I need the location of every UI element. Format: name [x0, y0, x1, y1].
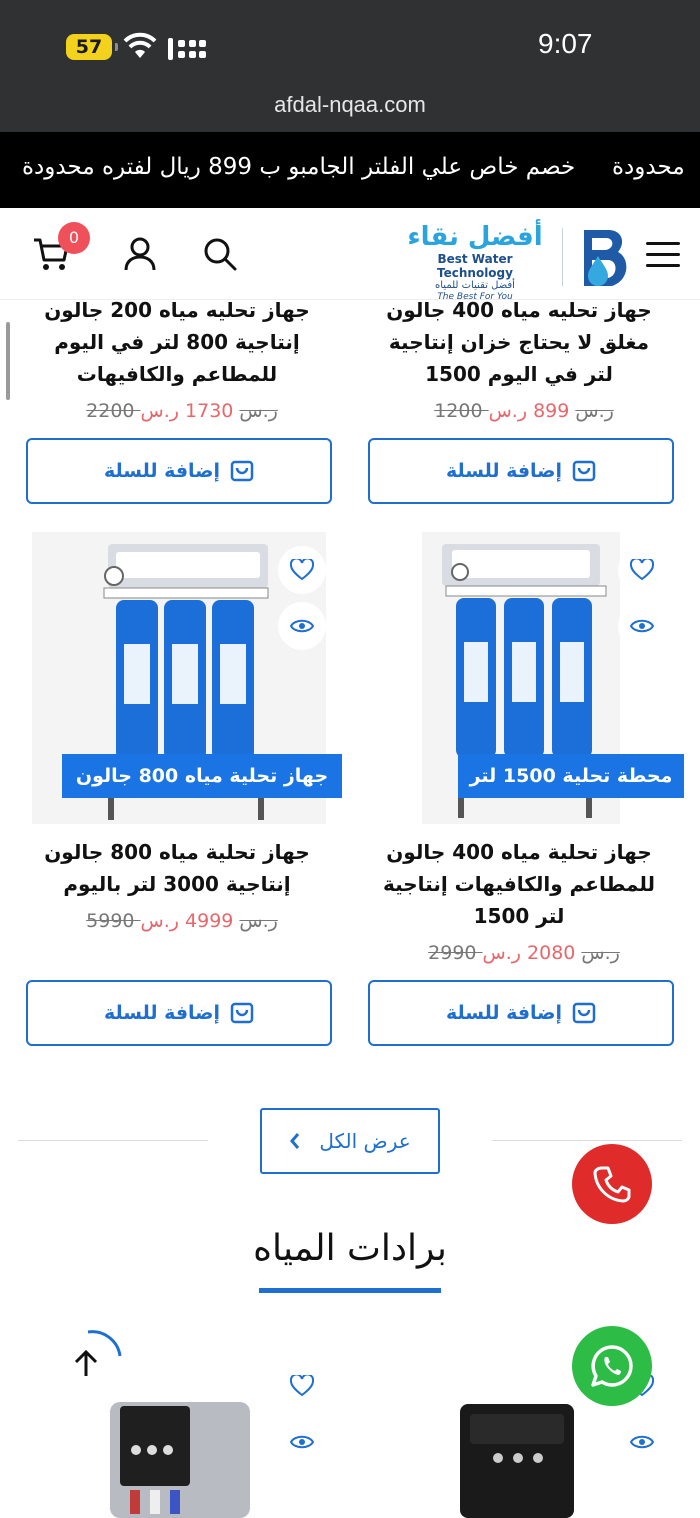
- chevron-left-icon: [290, 1133, 300, 1149]
- product-price-4: 5990 ر.س 4999 ر.س: [86, 910, 278, 932]
- quick-view-button[interactable]: [618, 602, 666, 650]
- whatsapp-icon: [591, 1345, 633, 1387]
- url-bar[interactable]: afdal-nqaa.com: [0, 92, 700, 118]
- product-title-2[interactable]: جهاز تحليه مياه 200 جالون إنتاجية 800 لت…: [22, 300, 332, 390]
- status-bar: 57 9:07 afdal-nqaa.com: [0, 0, 700, 132]
- wishlist-button[interactable]: [618, 546, 666, 594]
- site-logo[interactable]: أفضل نقاء Best Water Technology أفضل تقن…: [400, 222, 550, 303]
- arrow-up-icon: [74, 1330, 122, 1376]
- search-icon[interactable]: [202, 236, 238, 272]
- site-header: أفضل نقاء Best Water Technology أفضل تقن…: [0, 208, 700, 303]
- wishlist-button[interactable]: [278, 1362, 326, 1410]
- divider-line: [18, 1140, 208, 1141]
- logo-arabic: أفضل نقاء: [407, 222, 543, 252]
- add-to-cart-button[interactable]: إضافة للسلة: [26, 980, 332, 1046]
- heart-icon: [630, 559, 654, 581]
- eye-icon: [290, 1435, 314, 1449]
- product-title-1[interactable]: جهاز تحليه مياه 400 جالون مغلق لا يحتاج …: [364, 300, 674, 390]
- product-price-3: 2990 ر.س 2080 ر.س: [428, 942, 620, 964]
- logo-english: Best Water Technology: [437, 252, 513, 280]
- product-price-1: 1200 ر.س 899 ر.س: [434, 400, 614, 422]
- divider-line: [492, 1140, 682, 1141]
- hamburger-icon[interactable]: [646, 242, 680, 268]
- user-icon[interactable]: [122, 236, 158, 272]
- logo-divider: [562, 228, 563, 286]
- cart-bag-icon: [572, 460, 596, 482]
- cart-bag-icon: [572, 1002, 596, 1024]
- cart-bag-icon: [230, 1002, 254, 1024]
- eye-icon: [630, 619, 654, 633]
- eye-icon: [290, 619, 314, 633]
- product-price-2: 2200 ر.س 1730 ر.س: [86, 400, 278, 422]
- scroll-to-top-button[interactable]: [60, 1328, 124, 1392]
- cart-bag-icon: [230, 460, 254, 482]
- section-title: برادات المياه: [253, 1228, 447, 1269]
- logo-icon: [584, 230, 627, 286]
- eye-icon: [630, 1435, 654, 1449]
- wishlist-button[interactable]: [278, 546, 326, 594]
- whatsapp-button[interactable]: [572, 1326, 652, 1406]
- logo-arabic-sub: أفضل تقنيات للمياه: [435, 280, 515, 291]
- product-title-3[interactable]: جهاز تحلية مياه 400 جالون للمطاعم والكاف…: [364, 836, 674, 932]
- heart-icon: [290, 559, 314, 581]
- view-all-button[interactable]: عرض الكل: [260, 1108, 440, 1174]
- product-label: محطة تحلية 1500 لتر: [458, 754, 684, 798]
- section-underline: [259, 1288, 441, 1293]
- ticker-text: محدودة: [612, 154, 685, 180]
- ticker-text: خصم خاص علي الفلتر الجامبو ب 899 ريال لف…: [22, 154, 576, 180]
- quick-view-button[interactable]: [618, 1418, 666, 1466]
- product-title-4[interactable]: جهاز تحلية مياه 800 جالون إنتاجية 3000 ل…: [22, 836, 332, 900]
- add-to-cart-button[interactable]: إضافة للسلة: [26, 438, 332, 504]
- product-label: جهاز تحلية مياه 800 جالون: [62, 754, 342, 798]
- signal-icon: [168, 38, 206, 60]
- cart-count-badge: 0: [58, 222, 90, 254]
- quick-view-button[interactable]: [278, 602, 326, 650]
- phone-icon: [593, 1166, 631, 1203]
- heart-icon: [290, 1375, 314, 1397]
- clock: 9:07: [538, 28, 593, 59]
- add-to-cart-button[interactable]: إضافة للسلة: [368, 438, 674, 504]
- add-to-cart-button[interactable]: إضافة للسلة: [368, 980, 674, 1046]
- call-button[interactable]: [572, 1144, 652, 1224]
- promo-ticker: محدودة خصم خاص علي الفلتر الجامبو ب 899 …: [0, 132, 700, 208]
- battery-indicator: 57: [66, 34, 118, 60]
- quick-view-button[interactable]: [278, 1418, 326, 1466]
- wifi-icon: [123, 32, 157, 58]
